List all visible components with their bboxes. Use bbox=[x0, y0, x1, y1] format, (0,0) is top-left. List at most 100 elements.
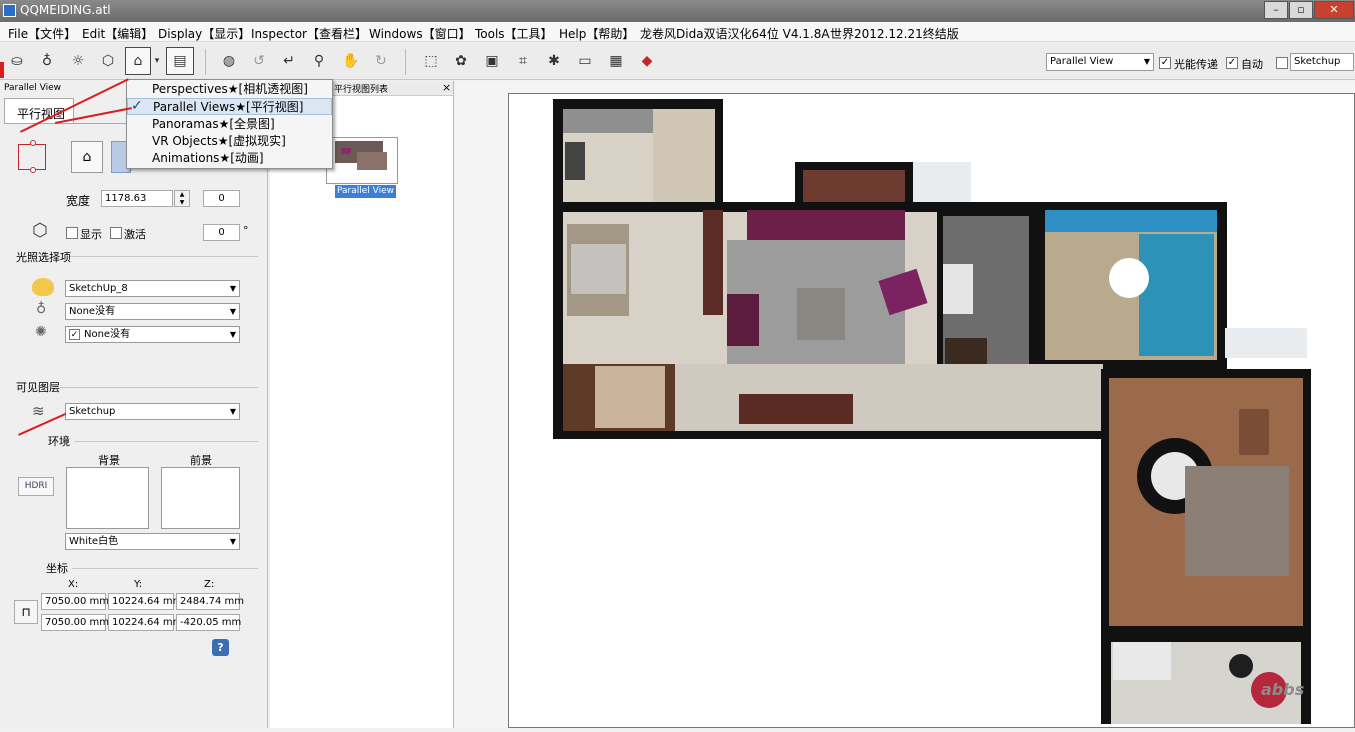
angle-input[interactable]: 0 bbox=[203, 224, 240, 241]
thumbnail-label[interactable]: Parallel View bbox=[335, 185, 397, 198]
red-logo-icon[interactable]: ◆ bbox=[636, 50, 658, 72]
render-viewport[interactable]: abbs bbox=[508, 93, 1355, 728]
orbit-icon[interactable]: ◍ bbox=[218, 50, 240, 72]
walk-icon[interactable]: ↵ bbox=[278, 50, 300, 72]
zoom-icon[interactable]: ⚲ bbox=[308, 50, 330, 72]
bg-color-value: White白色 bbox=[69, 536, 119, 547]
coords-section-title: 坐标 bbox=[46, 562, 68, 575]
view-select-value: Parallel View bbox=[1050, 56, 1114, 67]
settings-gear-icon[interactable]: ✱ bbox=[543, 50, 565, 72]
menu-parallel-views[interactable]: ✓ Parallel Views★[平行视图] bbox=[127, 98, 332, 115]
layer-checkbox[interactable] bbox=[1276, 57, 1288, 69]
foreground-swatch[interactable] bbox=[161, 467, 240, 529]
coord-z-1[interactable]: 2484.74 mm bbox=[176, 593, 244, 610]
activate-checkbox[interactable] bbox=[110, 227, 122, 239]
palette-icon[interactable]: ✿ bbox=[450, 50, 472, 72]
menu-localization[interactable]: 龙卷风Dida双语汉化64位 V4.1.8A bbox=[640, 25, 830, 42]
render-icon[interactable]: ▣ bbox=[481, 50, 503, 72]
redo-rotate-icon[interactable]: ↻ bbox=[370, 50, 392, 72]
layer-toolbar-select[interactable]: Sketchup bbox=[1290, 53, 1354, 71]
parallel-view-list-panel: 平行视图列表 × Parallel View bbox=[270, 81, 454, 728]
width-label: 宽度 bbox=[66, 194, 91, 208]
menu-panoramas[interactable]: Panoramas★[全景图] bbox=[127, 116, 332, 133]
menu-file[interactable]: File【文件】 bbox=[8, 25, 76, 42]
batch-render-icon[interactable]: ▦ bbox=[605, 50, 627, 72]
bucket-icon[interactable]: ⛀ bbox=[6, 50, 28, 72]
divider bbox=[74, 441, 258, 442]
width-extra-input[interactable]: 0 bbox=[203, 190, 240, 207]
lock-icon[interactable]: ⊓ bbox=[14, 600, 38, 624]
frame-icon[interactable]: ⬚ bbox=[420, 50, 442, 72]
checkmark-icon: ✓ bbox=[131, 98, 143, 114]
divider bbox=[60, 387, 258, 388]
front-view-house-icon[interactable]: ⌂ bbox=[71, 141, 103, 173]
chevron-down-icon: ▼ bbox=[1143, 57, 1150, 66]
layer-toolbar-value: Sketchup bbox=[1294, 56, 1341, 67]
window-title: QQMEIDING.atl bbox=[20, 3, 111, 17]
coord-z-2[interactable]: -420.05 mm bbox=[176, 614, 241, 631]
auto-checkbox[interactable]: ✓ bbox=[1226, 57, 1238, 69]
object-icon[interactable]: ⬡ bbox=[97, 50, 119, 72]
activate-label: 激活 bbox=[124, 228, 146, 241]
close-button[interactable]: ✕ bbox=[1314, 1, 1354, 19]
parallel-view-inspector: Parallel View 平行视图 ⌂ 宽度 1178.63 ▲ ▼ 0 ⬡ 显… bbox=[0, 81, 268, 728]
view-thumbnail[interactable] bbox=[326, 137, 398, 184]
watermark-logo: abbs bbox=[1261, 680, 1305, 699]
menu-tools[interactable]: Tools【工具】 bbox=[475, 25, 553, 42]
menu-help[interactable]: Help【帮助】 bbox=[559, 25, 634, 42]
view-select[interactable]: Parallel View ▼ bbox=[1046, 53, 1154, 71]
maximize-button[interactable]: ▫ bbox=[1289, 1, 1313, 19]
view-type-dropdown: Perspectives★[相机透视图] ✓ Parallel Views★[平… bbox=[126, 79, 333, 169]
app-icon bbox=[3, 4, 16, 17]
visible-layer-value: Sketchup bbox=[69, 406, 116, 417]
lamp-checkbox[interactable]: ✓ bbox=[69, 329, 80, 340]
coord-y-2[interactable]: 10224.64 mm bbox=[108, 614, 182, 631]
bulb-icon[interactable]: ♁ bbox=[36, 50, 58, 72]
lamp-select[interactable]: ✓ None没有 ▼ bbox=[65, 326, 240, 343]
width-stepper[interactable]: ▲ ▼ bbox=[174, 190, 190, 207]
close-icon[interactable]: × bbox=[442, 81, 451, 94]
sun-icon[interactable]: ☼ bbox=[67, 50, 89, 72]
camera-frame-icon[interactable] bbox=[18, 140, 46, 173]
chevron-down-icon: ▼ bbox=[229, 537, 236, 546]
show-checkbox[interactable] bbox=[66, 227, 78, 239]
bg-color-select[interactable]: White白色 ▼ bbox=[65, 533, 240, 550]
menu-edit[interactable]: Edit【编辑】 bbox=[82, 25, 153, 42]
coord-x-2[interactable]: 7050.00 mm bbox=[41, 614, 109, 631]
sun-select[interactable]: SketchUp_8 ▼ bbox=[65, 280, 240, 297]
coord-y-1[interactable]: 10224.64 mm bbox=[108, 593, 182, 610]
panel-title: Parallel View bbox=[4, 83, 62, 93]
background-label: 背景 bbox=[98, 454, 120, 467]
menu-perspectives[interactable]: Perspectives★[相机透视图] bbox=[127, 81, 332, 98]
rotate-icon[interactable]: ↺ bbox=[248, 50, 270, 72]
panel-toggle-icon[interactable]: ▤ bbox=[166, 47, 194, 75]
view-menu-dropdown-icon[interactable]: ▾ bbox=[150, 50, 164, 72]
coord-x-1[interactable]: 7050.00 mm bbox=[41, 593, 109, 610]
menu-bar: File【文件】 Edit【编辑】 Display【显示】 Inspector【… bbox=[0, 22, 1355, 42]
house-view-icon[interactable]: ⌂ bbox=[125, 47, 151, 75]
floor-plan-render bbox=[553, 99, 1311, 724]
minimize-button[interactable]: – bbox=[1264, 1, 1288, 19]
image-window-icon[interactable]: ▭ bbox=[574, 50, 596, 72]
degree-symbol: ° bbox=[243, 224, 249, 237]
menu-parallel-views-label: Parallel Views★[平行视图] bbox=[153, 100, 304, 114]
width-input[interactable]: 1178.63 bbox=[101, 190, 173, 207]
light-select[interactable]: None没有 ▼ bbox=[65, 303, 240, 320]
visible-layer-select[interactable]: Sketchup ▼ bbox=[65, 403, 240, 420]
crop-icon[interactable]: ⌗ bbox=[512, 50, 534, 72]
menu-display[interactable]: Display【显示】 bbox=[158, 25, 250, 42]
hdri-button[interactable]: HDRI bbox=[18, 477, 54, 496]
help-button[interactable]: ? bbox=[212, 639, 229, 656]
light-transfer-checkbox[interactable]: ✓ bbox=[1159, 57, 1171, 69]
menu-animations[interactable]: Animations★[动画] bbox=[127, 150, 332, 167]
menu-edition[interactable]: 世界2012.12.21终结版 bbox=[830, 25, 959, 42]
chevron-down-icon: ▼ bbox=[229, 284, 236, 293]
auto-label: 自动 bbox=[1241, 58, 1263, 71]
menu-inspector[interactable]: Inspector【查看栏】 bbox=[251, 25, 367, 42]
menu-windows[interactable]: Windows【窗口】 bbox=[369, 25, 471, 42]
background-swatch[interactable] bbox=[66, 467, 149, 529]
x-label: X: bbox=[68, 579, 79, 590]
menu-vr-objects[interactable]: VR Objects★[虚拟现实] bbox=[127, 133, 332, 150]
pan-hand-icon[interactable]: ✋ bbox=[340, 50, 362, 72]
show-label: 显示 bbox=[80, 228, 102, 241]
